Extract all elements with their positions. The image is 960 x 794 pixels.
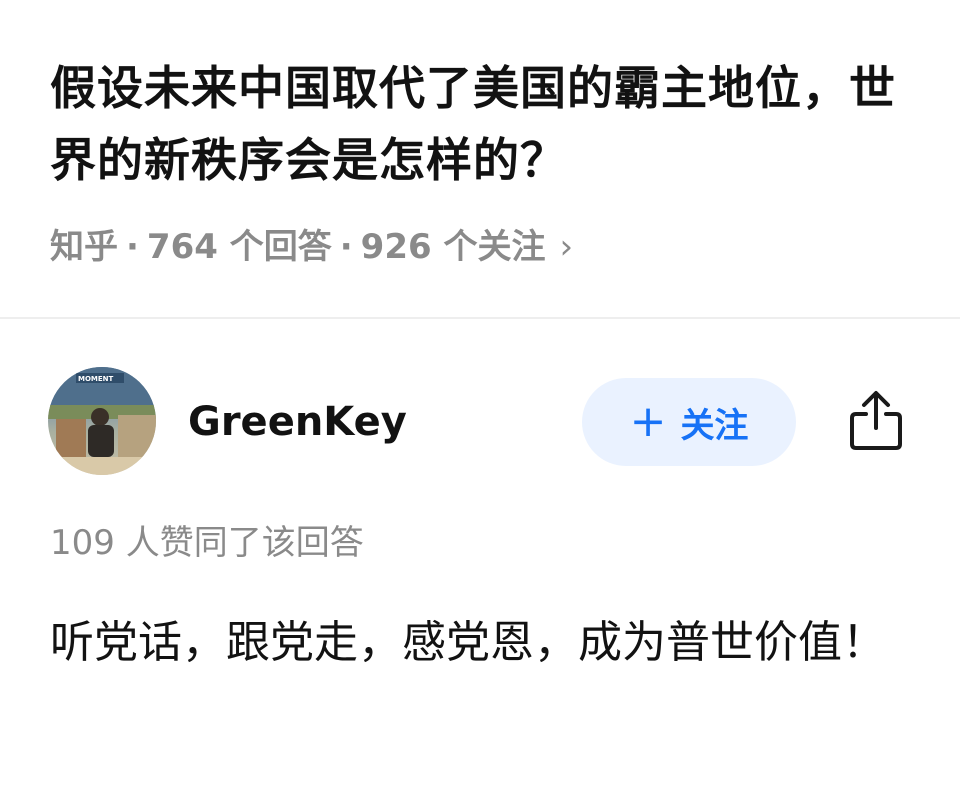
question-title[interactable]: 假设未来中国取代了美国的霸主地位，世界的新秩序会是怎样的？ — [50, 52, 920, 196]
chevron-right-icon[interactable]: › — [559, 227, 573, 267]
question-meta[interactable]: 知乎 · 764 个回答 · 926 个关注 › — [50, 222, 573, 272]
meta-separator: · — [126, 227, 139, 267]
avatar-sign-text: MOMENT — [78, 375, 114, 383]
follow-label: 关注 — [680, 405, 749, 446]
avatar[interactable]: MOMENT — [48, 367, 156, 475]
plus-icon: + — [629, 396, 667, 447]
author-name[interactable]: GreenKey — [188, 396, 407, 448]
answer-content[interactable]: 听党话，跟党走，感党恩，成为普世价值！ — [50, 606, 920, 680]
meta-answer-count: 764 个回答 — [146, 227, 332, 267]
meta-source: 知乎 — [50, 227, 118, 267]
share-icon[interactable] — [846, 388, 906, 452]
divider — [0, 317, 960, 319]
vote-summary: 109 人赞同了该回答 — [50, 523, 364, 563]
meta-separator: · — [339, 227, 353, 267]
meta-follower-count: 926 个关注 — [360, 227, 546, 267]
follow-button[interactable]: + 关注 — [582, 378, 796, 466]
